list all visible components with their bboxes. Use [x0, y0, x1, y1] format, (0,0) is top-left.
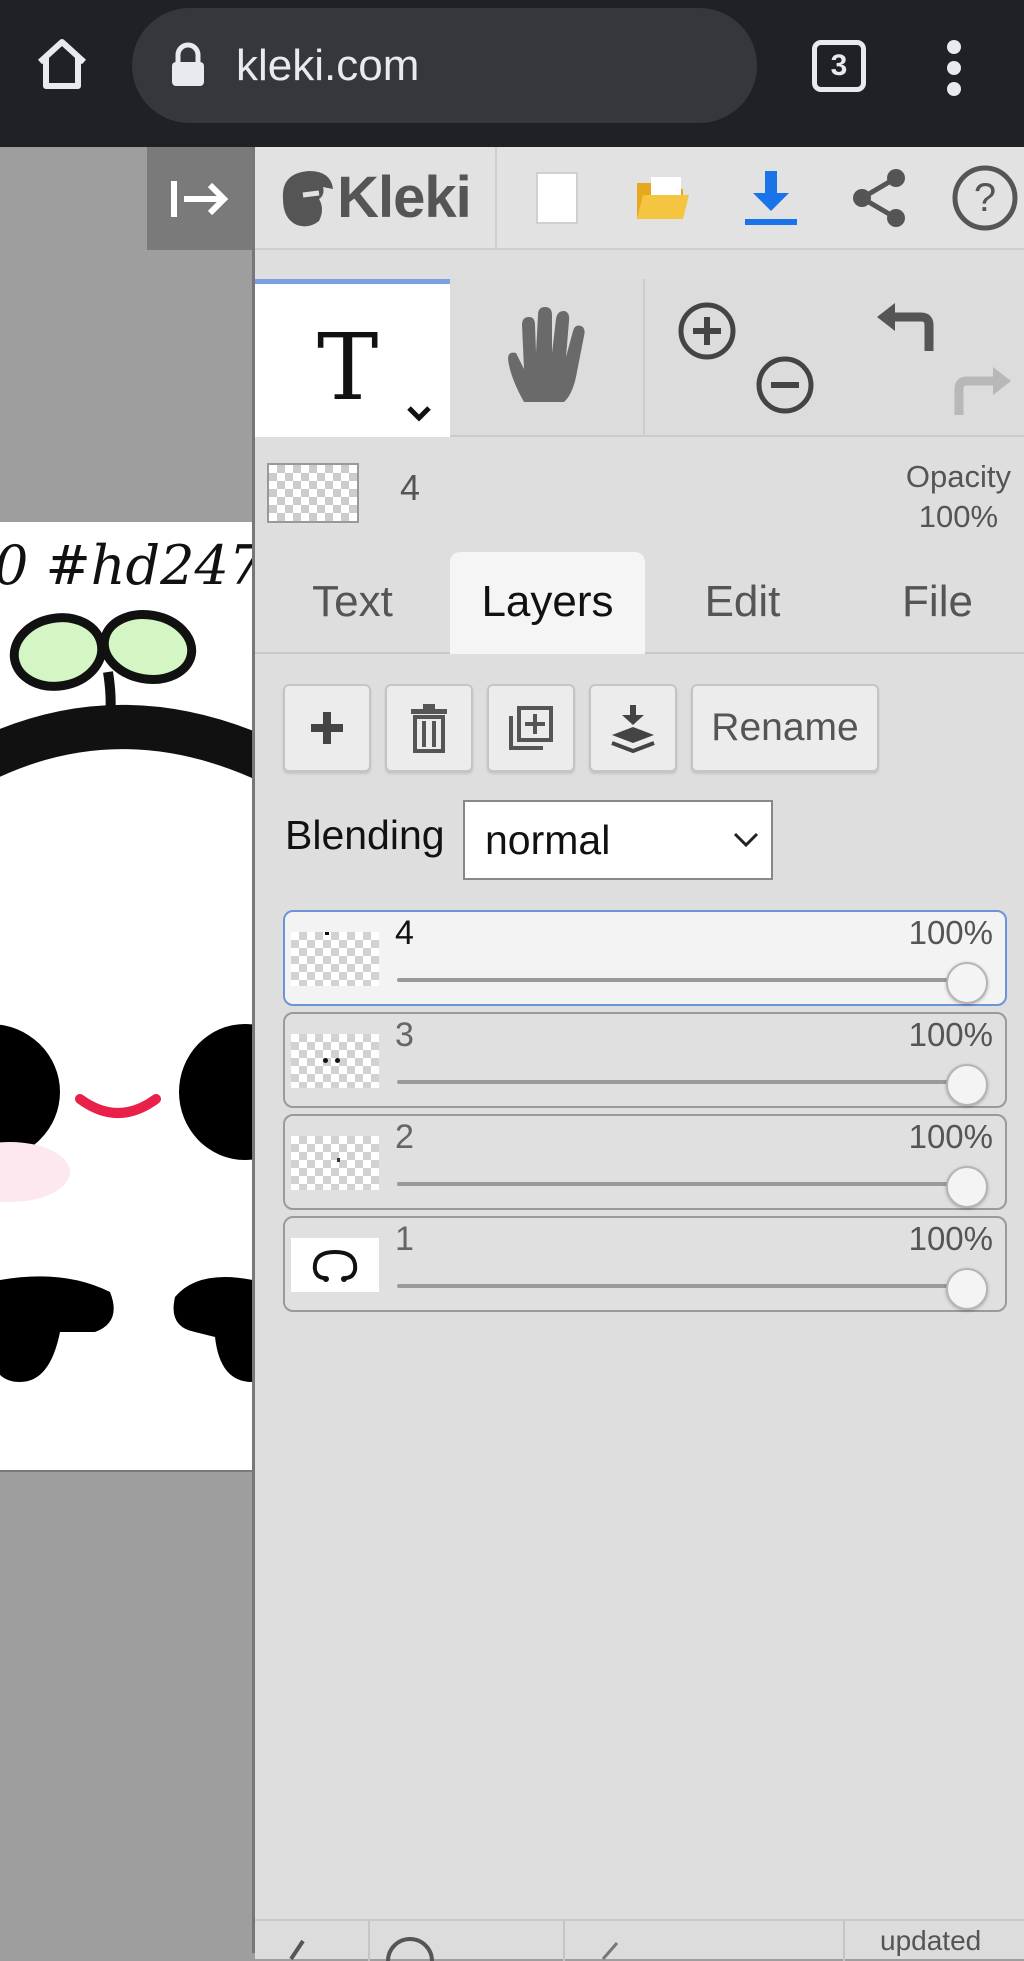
layer-opacity-value: 100%: [908, 1118, 993, 1155]
layer-row[interactable]: 2 100%: [283, 1114, 1007, 1210]
layer-thumbnail: [291, 1238, 379, 1292]
url-text: kleki.com: [236, 41, 420, 90]
toolbar-divider: [495, 147, 497, 248]
duplicate-layer-button[interactable]: [487, 684, 575, 772]
pen-icon: [601, 1942, 619, 1960]
bottom-bar-cell[interactable]: [565, 1921, 845, 1961]
more-vert-icon[interactable]: [940, 38, 970, 98]
panda-drawing: [0, 610, 252, 1382]
open-button[interactable]: [623, 147, 703, 248]
opacity-value: 100%: [918, 499, 999, 534]
chevron-down-icon: [733, 832, 759, 848]
hand-tool-icon: [508, 307, 585, 402]
kleki-logo[interactable]: Kleki: [273, 147, 473, 248]
zoom-in-icon[interactable]: [677, 301, 737, 361]
collapse-panel-icon[interactable]: [147, 147, 252, 250]
chevron-left-icon: [289, 1939, 305, 1961]
layer-thumbnail: [291, 1034, 379, 1088]
add-layer-button[interactable]: [283, 684, 371, 772]
layer-opacity-value: 100%: [908, 914, 993, 951]
new-image-button[interactable]: [517, 147, 597, 248]
current-layer-thumbnail: [267, 463, 359, 523]
lock-icon: [170, 42, 206, 88]
canvas-area[interactable]: 0 #hd247: [0, 147, 252, 1953]
share-button[interactable]: [839, 147, 919, 248]
tool-row: T: [255, 279, 1024, 437]
duplicate-icon: [509, 706, 553, 750]
opacity-label: Opacity: [905, 459, 1011, 494]
tab-layers[interactable]: Layers: [450, 552, 645, 654]
side-panel: Kleki ? T 4 Opacity 100% Text Layers Edi…: [252, 147, 1024, 1961]
layer-opacity-track[interactable]: [397, 978, 967, 982]
text-tool-button[interactable]: T: [255, 279, 450, 437]
svg-text:?: ?: [974, 176, 996, 220]
tab-edit[interactable]: Edit: [645, 552, 840, 654]
layer-opacity-slider[interactable]: [946, 962, 988, 1004]
opacity-readout[interactable]: Opacity 100%: [906, 457, 1011, 537]
layer-name: 2: [395, 1118, 414, 1156]
current-layer-name: 4: [400, 467, 421, 508]
layer-name: 1: [395, 1220, 414, 1258]
blending-select[interactable]: normal: [463, 800, 773, 880]
layer-opacity-track[interactable]: [397, 1182, 967, 1186]
app-toolbar: Kleki ?: [255, 147, 1024, 250]
tab-text[interactable]: Text: [255, 552, 450, 654]
layer-row[interactable]: 1 100%: [283, 1216, 1007, 1312]
logo-text: Kleki: [337, 165, 472, 230]
layer-thumbnail: [291, 932, 379, 986]
bottom-bar-cell[interactable]: [370, 1921, 565, 1961]
layer-name: 3: [395, 1016, 414, 1054]
redo-icon[interactable]: [949, 363, 1015, 421]
layer-opacity-slider[interactable]: [946, 1064, 988, 1106]
layer-opacity-value: 100%: [908, 1220, 993, 1257]
layer-row[interactable]: 4 100%: [283, 910, 1007, 1006]
tab-file[interactable]: File: [840, 552, 1024, 654]
rename-layer-button[interactable]: Rename: [691, 684, 879, 772]
layer-row[interactable]: 3 100%: [283, 1012, 1007, 1108]
layer-opacity-track[interactable]: [397, 1080, 967, 1084]
undo-icon[interactable]: [873, 301, 939, 357]
open-folder-icon: [637, 176, 689, 219]
zoom-out-icon[interactable]: [755, 355, 815, 415]
layer-opacity-slider[interactable]: [946, 1268, 988, 1310]
hand-tool-button[interactable]: [450, 279, 645, 437]
home-icon[interactable]: [28, 28, 96, 100]
new-image-icon: [536, 171, 578, 224]
layer-opacity-value: 100%: [908, 1016, 993, 1053]
delete-layer-button[interactable]: [385, 684, 473, 772]
download-icon: [745, 170, 797, 225]
trash-icon: [411, 704, 447, 753]
blending-value: normal: [485, 817, 611, 863]
layer-thumbnail: [291, 1136, 379, 1190]
help-button[interactable]: ?: [945, 147, 1024, 248]
kleki-logo-icon: [283, 170, 334, 226]
tab-switcher-button[interactable]: 3: [812, 40, 866, 92]
share-icon: [853, 168, 905, 227]
bottom-bar-back[interactable]: [255, 1921, 370, 1961]
bottom-bar: updated: [255, 1919, 1024, 1961]
circle-icon: [386, 1937, 434, 1961]
merge-down-button[interactable]: [589, 684, 677, 772]
merge-down-icon: [611, 705, 655, 753]
layer-opacity-track[interactable]: [397, 1284, 967, 1288]
address-bar[interactable]: kleki.com: [132, 8, 757, 123]
panel-tabs: Text Layers Edit File: [255, 552, 1024, 654]
chevron-down-icon[interactable]: [405, 404, 433, 422]
text-tool-icon: T: [317, 314, 379, 421]
layer-name: 4: [395, 914, 414, 952]
help-icon: ?: [952, 165, 1018, 230]
plus-icon: [311, 712, 343, 744]
updated-text: updated: [880, 1925, 982, 1956]
current-layer-info: 4 Opacity 100%: [255, 437, 1024, 552]
blending-label: Blending: [285, 812, 445, 858]
browser-toolbar: kleki.com 3: [0, 0, 1024, 147]
drawing-canvas[interactable]: 0 #hd247: [0, 522, 252, 1472]
layer-opacity-slider[interactable]: [946, 1166, 988, 1208]
download-button[interactable]: [731, 147, 811, 248]
